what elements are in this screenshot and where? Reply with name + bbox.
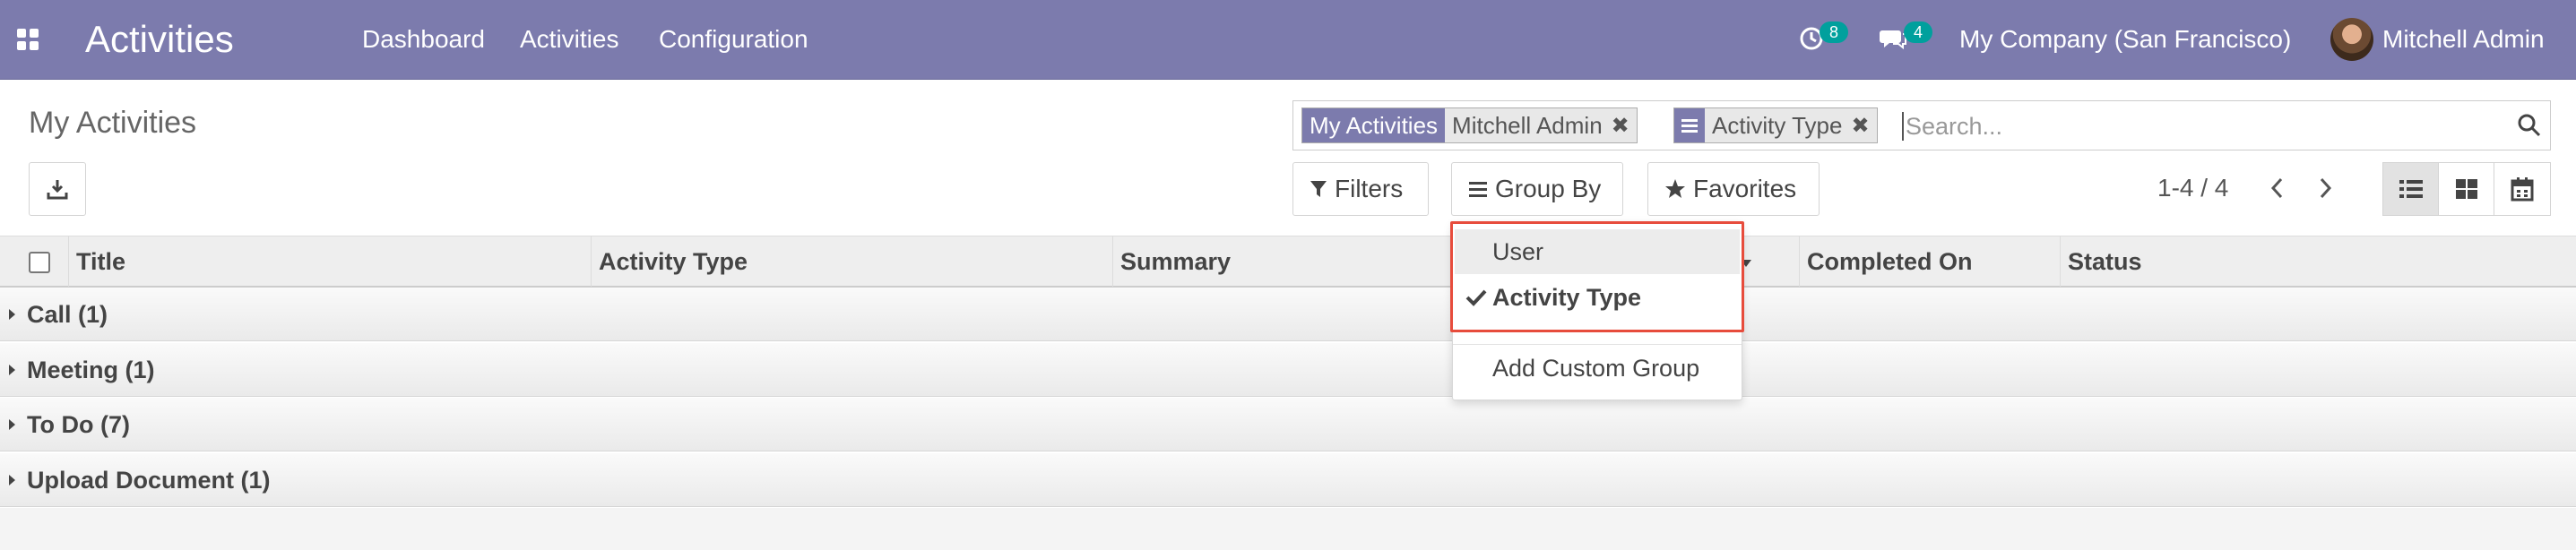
column-activity-type[interactable]: Activity Type: [591, 236, 1112, 287]
facet-value: Activity Type: [1712, 111, 1843, 139]
app-title[interactable]: Activities: [85, 16, 234, 63]
group-by-icon: [1469, 182, 1487, 197]
facet-my-activities: My Activities Mitchell Admin ✖: [1301, 107, 1638, 143]
calendar-view-button[interactable]: [2494, 162, 2551, 216]
search-input[interactable]: Search...: [1902, 112, 2002, 141]
group-label: Upload Document (1): [27, 467, 271, 494]
download-button[interactable]: [29, 162, 86, 216]
group-row-to-do[interactable]: To Do (7): [0, 398, 2576, 451]
search-icon[interactable]: [2516, 112, 2543, 139]
group-row-meeting[interactable]: Meeting (1): [0, 343, 2576, 397]
filters-label: Filters: [1335, 175, 1404, 202]
option-label: Activity Type: [1492, 284, 1642, 311]
user-menu[interactable]: Mitchell Admin: [2382, 24, 2545, 55]
list-empty-area: [0, 508, 2576, 550]
group-by-button[interactable]: Group By: [1451, 162, 1623, 216]
star-icon: [1665, 179, 1685, 198]
column-title[interactable]: Title: [68, 236, 592, 287]
kanban-view-button[interactable]: [2438, 162, 2494, 216]
checkmark-icon: [1465, 289, 1487, 306]
facet-value: Mitchell Admin: [1452, 111, 1603, 139]
option-label: Add Custom Group: [1492, 355, 1700, 382]
caret-right-icon: [9, 475, 15, 486]
page-title: My Activities: [29, 106, 197, 140]
search-bar[interactable]: My Activities Mitchell Admin ✖ Activity …: [1292, 100, 2551, 150]
facet-label: My Activities: [1302, 108, 1446, 142]
favorites-label: Favorites: [1693, 175, 1797, 202]
menu-activities[interactable]: Activities: [520, 24, 618, 55]
menu-dashboard[interactable]: Dashboard: [362, 24, 485, 55]
pager-previous-icon[interactable]: [2269, 176, 2286, 201]
filter-icon: [1310, 181, 1327, 197]
remove-facet-icon[interactable]: ✖: [1608, 108, 1637, 142]
column-status[interactable]: Status: [2060, 236, 2576, 287]
filters-button[interactable]: Filters: [1292, 162, 1429, 216]
group-row-upload-document[interactable]: Upload Document (1): [0, 453, 2576, 507]
group-by-option-activity-type[interactable]: Activity Type: [1455, 275, 1740, 320]
activity-count-badge: 8: [1820, 21, 1848, 43]
caret-right-icon: [9, 309, 15, 320]
group-by-facet-icon: [1674, 108, 1705, 142]
column-completed-on[interactable]: Completed On: [1799, 236, 2060, 287]
download-icon: [47, 180, 68, 200]
list-header: Title Activity Type Summary e Completed …: [0, 236, 2576, 288]
apps-menu-icon[interactable]: [17, 29, 39, 50]
group-label: Call (1): [27, 301, 108, 328]
menu-configuration[interactable]: Configuration: [659, 24, 808, 55]
facet-group-by: Activity Type ✖: [1673, 107, 1878, 143]
company-switcher[interactable]: My Company (San Francisco): [1959, 24, 2291, 55]
group-by-dropdown: User Activity Type Add Custom Group: [1450, 221, 1744, 400]
dropdown-divider: [1453, 344, 1742, 345]
add-custom-group-option[interactable]: Add Custom Group: [1455, 346, 1740, 391]
group-label: Meeting (1): [27, 357, 155, 383]
kanban-view-icon: [2455, 179, 2477, 199]
group-by-label: Group By: [1495, 175, 1602, 202]
list-view-button[interactable]: [2382, 162, 2439, 216]
calendar-view-icon: [2511, 177, 2534, 202]
pager-value[interactable]: 1-4 / 4: [2157, 173, 2228, 203]
favorites-button[interactable]: Favorites: [1647, 162, 1820, 216]
top-navbar: Activities Dashboard Activities Configur…: [0, 0, 2576, 80]
message-count-badge: 4: [1904, 21, 1932, 43]
user-avatar[interactable]: [2330, 18, 2373, 61]
select-all-checkbox[interactable]: [29, 252, 50, 273]
caret-right-icon: [9, 419, 15, 430]
list-view-icon: [2399, 180, 2423, 198]
pager-next-icon[interactable]: [2316, 176, 2334, 201]
option-label: User: [1492, 238, 1544, 265]
group-label: To Do (7): [27, 411, 130, 438]
group-row-call[interactable]: Call (1): [0, 288, 2576, 341]
group-by-option-user[interactable]: User: [1455, 229, 1740, 274]
caret-right-icon: [9, 365, 15, 375]
remove-facet-icon[interactable]: ✖: [1847, 108, 1876, 142]
